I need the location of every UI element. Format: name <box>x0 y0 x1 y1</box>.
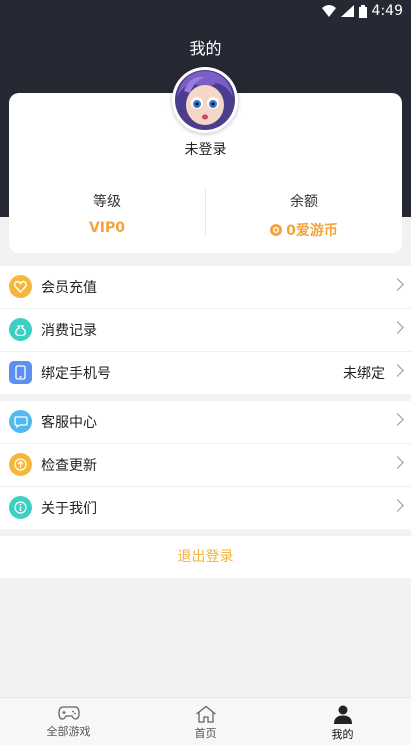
home-icon <box>195 705 216 723</box>
tab-label: 首页 <box>194 727 217 740</box>
logout-button[interactable]: 退出登录 <box>0 536 411 578</box>
status-time: 4:49 <box>371 3 403 19</box>
wifi-icon <box>321 5 336 17</box>
chat-icon <box>9 410 32 433</box>
menu-item-label: 消费记录 <box>41 323 97 339</box>
tab-label: 全部游戏 <box>46 725 91 738</box>
menu-item-label: 客服中心 <box>41 415 97 431</box>
menu-item-about-us[interactable]: 关于我们 <box>0 487 411 529</box>
menu-item-label: 检查更新 <box>41 458 97 474</box>
level-value: VIP0 <box>88 220 126 236</box>
chevron-right-icon <box>391 413 404 426</box>
chevron-right-icon <box>391 499 404 512</box>
menu-item-vip-recharge[interactable]: 会员充值 <box>0 266 411 309</box>
balance-value: 0爱游币 <box>286 223 338 239</box>
coin-icon <box>270 224 283 236</box>
menu-item-label: 关于我们 <box>41 501 97 517</box>
phone-icon <box>9 361 32 384</box>
menu-item-bind-phone[interactable]: 绑定手机号 未绑定 <box>0 352 411 394</box>
tab-home[interactable]: 首页 <box>137 698 274 745</box>
chevron-right-icon <box>391 364 404 377</box>
level-stat: 等级 VIP0 <box>9 191 205 236</box>
phone-bind-status: 未绑定 <box>343 366 385 382</box>
tab-all-games[interactable]: 全部游戏 <box>0 698 137 745</box>
menu-item-check-update[interactable]: 检查更新 <box>0 444 411 487</box>
menu-item-customer-service[interactable]: 客服中心 <box>0 401 411 444</box>
battery-icon <box>358 4 367 18</box>
level-label: 等级 <box>93 194 121 210</box>
user-icon <box>333 705 352 724</box>
menu-item-consumption-records[interactable]: 消费记录 <box>0 309 411 352</box>
chevron-right-icon <box>391 278 404 291</box>
menu-group-2: 客服中心 检查更新 关于我们 <box>0 401 411 529</box>
balance-label: 余额 <box>290 194 318 210</box>
balance-value-wrap: 0爱游币 <box>206 220 402 240</box>
menu-item-label: 会员充值 <box>41 280 97 296</box>
vip-recharge-icon <box>9 275 32 298</box>
chevron-right-icon <box>391 321 404 334</box>
status-bar: 4:49 <box>0 0 411 24</box>
gamepad-icon <box>57 706 80 720</box>
username-label[interactable]: 未登录 <box>9 139 402 159</box>
upload-icon <box>9 453 32 476</box>
balance-stat: 余额 0爱游币 <box>206 191 402 240</box>
menu-group-1: 会员充值 消费记录 绑定手机号 未绑定 <box>0 266 411 394</box>
avatar[interactable] <box>172 67 238 133</box>
chevron-right-icon <box>391 456 404 469</box>
info-icon <box>9 496 32 519</box>
tab-label: 我的 <box>331 728 354 741</box>
bag-icon <box>9 318 32 341</box>
tab-mine[interactable]: 我的 <box>274 698 411 745</box>
bottom-tab-bar: 全部游戏 首页 我的 <box>0 697 411 745</box>
menu-item-label: 绑定手机号 <box>41 366 111 382</box>
signal-icon <box>340 5 354 17</box>
page-title: 我的 <box>189 39 222 58</box>
